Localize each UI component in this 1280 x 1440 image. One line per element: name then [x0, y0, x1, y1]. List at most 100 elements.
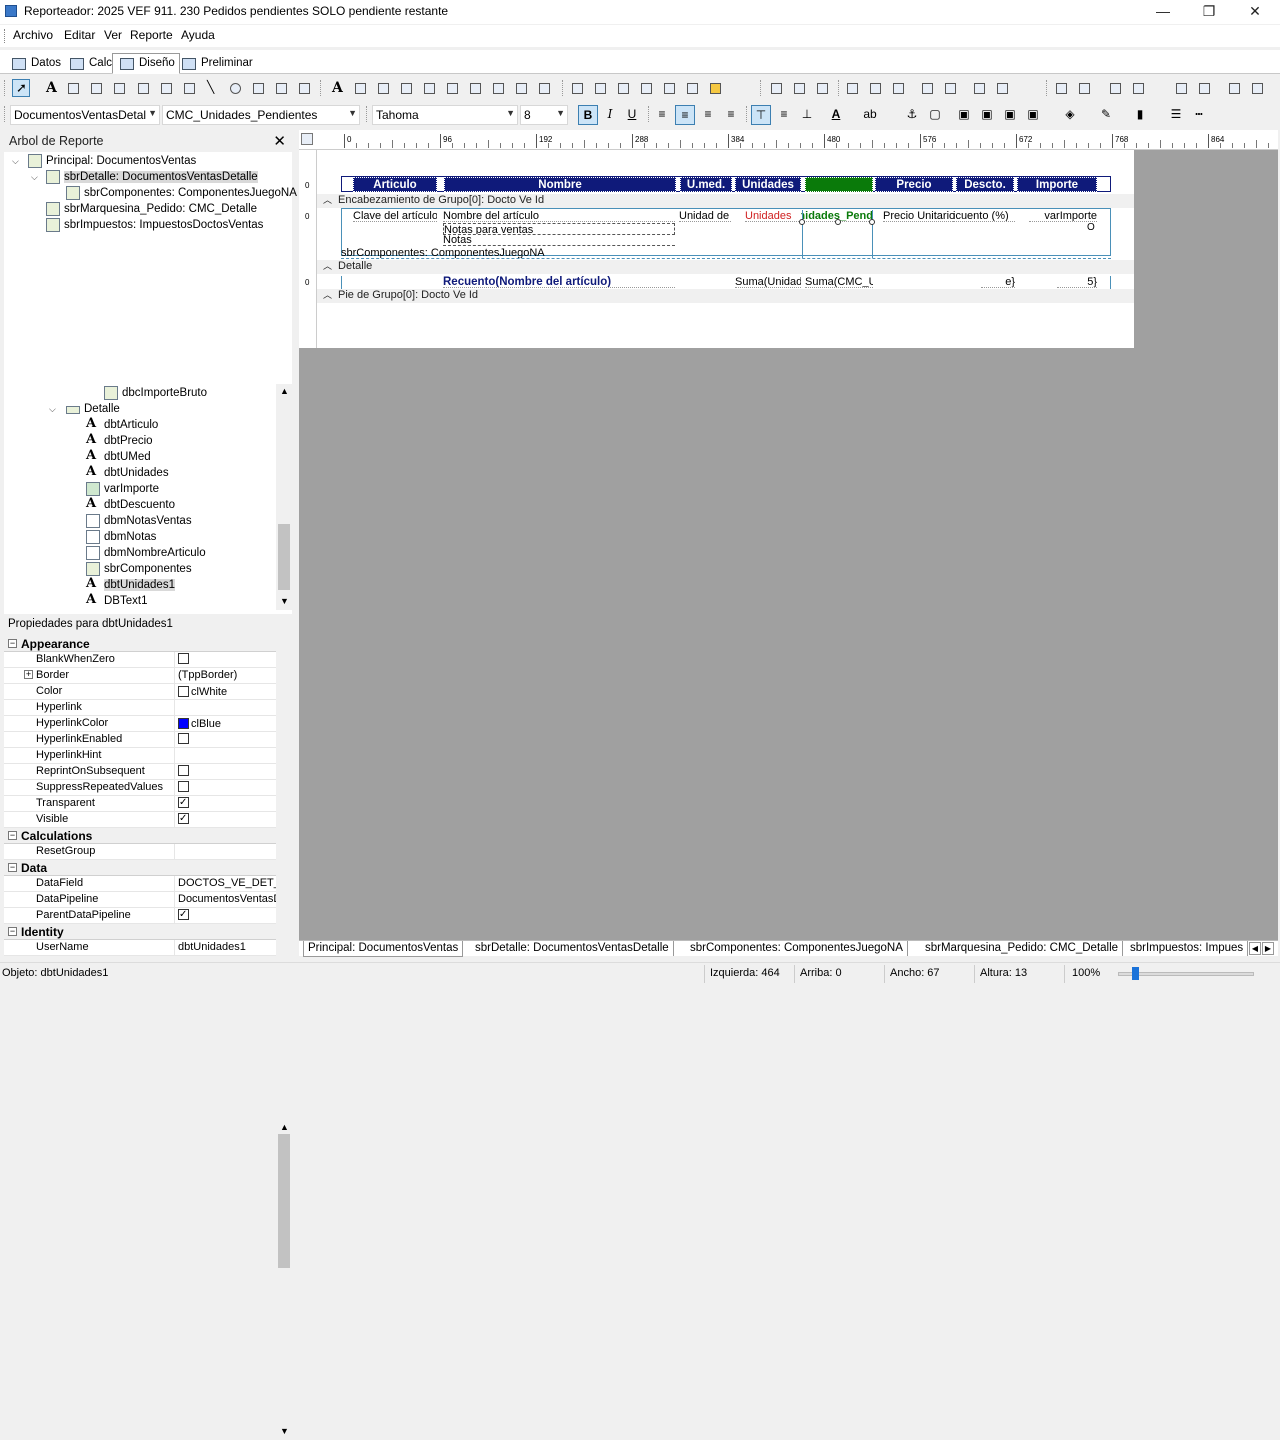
text-align-center-icon[interactable]: ≡ [675, 105, 695, 125]
dbmemo-tool-icon[interactable] [351, 79, 369, 97]
prop-value[interactable]: clBlue [174, 716, 276, 732]
prop-row[interactable]: DataField DOCTOS_VE_DET_1_ [4, 876, 276, 892]
tree-node-sbrimpuestos[interactable]: sbrImpuestos: ImpuestosDoctosVentas [46, 217, 263, 233]
size-width-icon[interactable] [970, 79, 988, 97]
brush-tool-icon[interactable] [660, 79, 678, 97]
prop-value[interactable]: dbtUnidades1 [174, 940, 276, 956]
prop-row[interactable]: ReprintOnSubsequent [4, 764, 276, 780]
prop-row[interactable]: + Border (TppBorder) [4, 668, 276, 684]
chart-tool-icon[interactable] [180, 79, 198, 97]
prop-row[interactable]: BlankWhenZero [4, 652, 276, 668]
valign-middle-icon[interactable]: ≡ [774, 105, 794, 125]
center-vert-icon[interactable] [1248, 79, 1266, 97]
header-precio[interactable]: Precio [875, 177, 953, 192]
selection-handle[interactable] [799, 219, 805, 225]
nudge-right-icon[interactable] [1129, 79, 1147, 97]
line-color-icon[interactable]: ✎ [1096, 105, 1116, 125]
text-align-right-icon[interactable]: ≡ [698, 105, 718, 125]
tab-sbrimpuestos[interactable]: sbrImpuestos: Impues [1126, 941, 1249, 956]
tree-component-varimporte[interactable]: varImporte [86, 481, 159, 497]
tab-preliminar[interactable]: Preliminar [174, 53, 258, 74]
prop-row[interactable]: Color clWhite [4, 684, 276, 700]
tab-scroll-left-icon[interactable]: ◀ [1249, 942, 1261, 955]
field-clave[interactable]: Clave del artículo [353, 210, 437, 222]
font-color-icon[interactable]: A [826, 105, 846, 125]
prop-value[interactable] [174, 812, 276, 828]
field-umed[interactable]: Unidad de [679, 210, 731, 222]
space-horizontal-icon[interactable] [918, 79, 936, 97]
prop-row[interactable]: Visible [4, 812, 276, 828]
prop-value[interactable] [174, 700, 276, 716]
close-window-button[interactable]: ✕ [1232, 0, 1278, 24]
nudge-left-icon[interactable] [1106, 79, 1124, 97]
collapse-icon[interactable]: − [8, 831, 17, 840]
dbcheckbox-tool-icon[interactable] [489, 79, 507, 97]
checkbox-checked[interactable] [178, 908, 189, 922]
tree-component-dbcimportebruto[interactable]: dbcImporteBruto [104, 385, 207, 401]
field-notas[interactable]: Notas [443, 234, 675, 246]
checkbox[interactable] [178, 781, 189, 792]
dbtext-tool-icon[interactable]: A [328, 79, 346, 97]
send-to-back-icon[interactable]: ▣ [977, 105, 997, 125]
zoom-slider-thumb[interactable] [1131, 967, 1139, 980]
center-horz-icon[interactable] [1225, 79, 1243, 97]
tree-node-principal[interactable]: Principal: DocumentosVentas [28, 153, 196, 169]
picture2-tool-icon[interactable] [614, 79, 632, 97]
checkbox[interactable] [178, 765, 189, 776]
subreport-componentes[interactable]: sbrComponentes: ComponentesJuegoNA [341, 247, 1111, 259]
valign-bottom-icon[interactable]: ⊥ [797, 105, 817, 125]
prop-value[interactable]: DOCTOS_VE_DET_1_ [174, 876, 276, 892]
prop-row[interactable]: HyperlinkHint [4, 748, 276, 764]
header-descto[interactable]: Descto. [956, 177, 1014, 192]
chevron-down-icon[interactable]: ⌵ [49, 404, 56, 415]
nudge-down-icon[interactable] [1075, 79, 1093, 97]
selection-handle[interactable] [835, 219, 841, 225]
align-bottom-icon[interactable] [889, 79, 907, 97]
line-thickness-icon[interactable]: ☰ [1166, 105, 1186, 125]
field-descto[interactable]: icuento (%) [953, 210, 1015, 222]
border-icon[interactable]: ▢ [925, 105, 945, 125]
tree-component-dbtarticulo[interactable]: AdbtArticulo [86, 416, 158, 433]
crossover-tool-icon[interactable] [295, 79, 313, 97]
tab-principal[interactable]: Principal: DocumentosVentas [303, 941, 464, 957]
prop-value[interactable]: DocumentosVentasDe [174, 892, 276, 908]
menu-ver[interactable]: Ver [104, 28, 122, 42]
tree-component-dbmnotas[interactable]: dbmNotas [86, 529, 156, 545]
dbcalc-tool-icon[interactable] [397, 79, 415, 97]
band-detail[interactable]: ︿ Detalle [317, 260, 1134, 274]
align-middle-icon[interactable] [866, 79, 884, 97]
tree-scrollbar[interactable]: ▲ ▼ [276, 384, 292, 610]
collapse-icon[interactable]: − [8, 927, 17, 936]
tree-node-sbrcomponentes[interactable]: sbrComponentes: ComponentesJuegoNA [66, 185, 297, 201]
field-small-o[interactable]: O [1087, 222, 1095, 233]
prop-row[interactable]: Hyperlink [4, 700, 276, 716]
richtext-tool-icon[interactable] [87, 79, 105, 97]
category-appearance[interactable]: − Appearance [4, 636, 276, 652]
tree-component-dbmnotasventas[interactable]: dbmNotasVentas [86, 513, 192, 529]
chevron-down-icon[interactable]: ⌵ [31, 172, 38, 183]
tree-component-sbrcomponentes[interactable]: sbrComponentes [86, 561, 192, 577]
summary-sum-units[interactable]: Suma(Unidade [735, 276, 801, 288]
italic-button[interactable]: I [600, 105, 620, 125]
prop-value[interactable] [174, 844, 276, 860]
properties-scroll-thumb[interactable] [278, 1134, 290, 1268]
valign-top-icon[interactable]: ⊤ [751, 105, 771, 125]
close-tree-icon[interactable]: ✕ [273, 132, 286, 150]
dbvar-tool-icon[interactable] [512, 79, 530, 97]
prop-value[interactable] [174, 732, 276, 748]
header-pendientes[interactable] [805, 177, 873, 192]
bring-front-icon[interactable] [1172, 79, 1190, 97]
font-size-combo[interactable]: 8 ▼ [520, 105, 568, 125]
bring-to-front-icon[interactable]: ▣ [954, 105, 974, 125]
checkbox[interactable] [178, 733, 189, 744]
tab-calc[interactable]: Calc [62, 53, 117, 74]
selection-handle[interactable] [869, 219, 875, 225]
report-page[interactable]: Articulo Nombre U.med. Unidades Precio D… [317, 150, 1134, 348]
calc-tool-icon[interactable] [110, 79, 128, 97]
dbimage-tool-icon[interactable] [420, 79, 438, 97]
tab-sbrmarquesina[interactable]: sbrMarquesina_Pedido: CMC_Detalle [921, 941, 1124, 956]
dbbarcode-tool-icon[interactable] [443, 79, 461, 97]
memo-tool-icon[interactable] [64, 79, 82, 97]
expand-icon[interactable]: + [24, 670, 33, 679]
paint-tool-icon[interactable] [637, 79, 655, 97]
